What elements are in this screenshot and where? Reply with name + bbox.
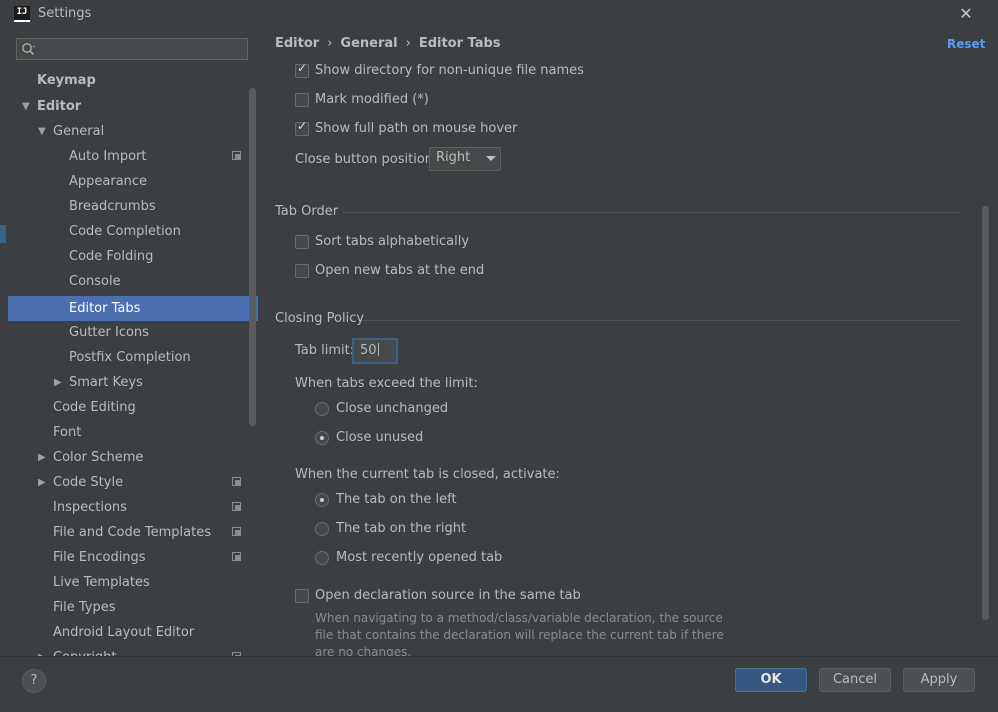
close-unused-radio[interactable] bbox=[315, 431, 329, 445]
collapsed-arrow-icon[interactable]: ▶ bbox=[38, 645, 46, 656]
collapsed-arrow-icon[interactable]: ▶ bbox=[38, 445, 46, 470]
help-button[interactable]: ? bbox=[22, 669, 46, 693]
title-bar: IJ Settings ✕ bbox=[0, 0, 998, 28]
tab-order-title: Tab Order bbox=[275, 204, 339, 219]
closing-policy-title: Closing Policy bbox=[275, 311, 365, 326]
divider bbox=[342, 212, 960, 213]
tab-left-radio[interactable] bbox=[315, 493, 329, 507]
project-settings-icon bbox=[232, 477, 241, 486]
chevron-down-icon bbox=[486, 156, 496, 161]
show-full-path-label: Show full path on mouse hover bbox=[315, 121, 518, 136]
project-settings-icon bbox=[232, 552, 241, 561]
breadcrumb-editor-tabs: Editor Tabs bbox=[418, 36, 501, 51]
sidebar-item-code-editing[interactable]: Code Editing bbox=[8, 395, 258, 420]
search-icon bbox=[22, 43, 35, 56]
show-directory-label: Show directory for non-unique file names bbox=[315, 63, 584, 78]
mark-modified-label: Mark modified (*) bbox=[315, 92, 429, 107]
collapsed-arrow-icon[interactable]: ▶ bbox=[54, 370, 62, 395]
sort-alphabetically-label: Sort tabs alphabetically bbox=[315, 234, 470, 249]
close-button-position-label: Close button position: bbox=[295, 152, 438, 167]
sidebar-item-android-layout-editor[interactable]: Android Layout Editor bbox=[8, 620, 258, 645]
sidebar-item-appearance[interactable]: Appearance bbox=[8, 169, 258, 194]
tab-left-label: The tab on the left bbox=[336, 492, 457, 507]
breadcrumb: Editor › General › Editor Tabs bbox=[275, 36, 501, 51]
sidebar-item-inspections[interactable]: Inspections bbox=[8, 495, 258, 520]
close-unchanged-radio[interactable] bbox=[315, 402, 329, 416]
most-recent-radio[interactable] bbox=[315, 551, 329, 565]
open-at-end-checkbox[interactable] bbox=[295, 264, 309, 278]
sidebar-item-gutter-icons[interactable]: Gutter Icons bbox=[8, 320, 258, 345]
search-input[interactable] bbox=[16, 38, 248, 60]
close-icon[interactable]: ✕ bbox=[956, 4, 976, 24]
expand-arrow-icon[interactable]: ▼ bbox=[22, 94, 30, 119]
breadcrumb-editor: Editor bbox=[275, 36, 320, 51]
close-button-position-select[interactable]: Right bbox=[429, 147, 501, 171]
sidebar-item-code-completion[interactable]: Code Completion bbox=[8, 219, 258, 244]
sidebar-item-code-folding[interactable]: Code Folding bbox=[8, 244, 258, 269]
sidebar-item-editor[interactable]: ▼ Editor bbox=[8, 94, 258, 119]
activate-label: When the current tab is closed, activate… bbox=[295, 467, 560, 482]
app-logo-icon: IJ bbox=[14, 6, 30, 22]
collapsed-arrow-icon[interactable]: ▶ bbox=[38, 470, 46, 495]
apply-button[interactable]: Apply bbox=[903, 668, 975, 692]
tab-limit-input[interactable]: 50 bbox=[352, 338, 398, 364]
project-settings-icon bbox=[232, 502, 241, 511]
most-recent-label: Most recently opened tab bbox=[336, 550, 503, 565]
divider bbox=[362, 320, 960, 321]
sidebar-item-auto-import[interactable]: Auto Import bbox=[8, 144, 258, 169]
show-directory-checkbox[interactable] bbox=[295, 61, 309, 78]
ok-button[interactable]: OK bbox=[735, 668, 807, 692]
sidebar-item-live-templates[interactable]: Live Templates bbox=[8, 570, 258, 595]
open-at-end-label: Open new tabs at the end bbox=[315, 263, 485, 278]
reset-link[interactable]: Reset bbox=[947, 37, 985, 51]
close-unused-label: Close unused bbox=[336, 430, 424, 445]
background-window-edge bbox=[0, 225, 6, 243]
sidebar-item-copyright[interactable]: ▶ Copyright bbox=[8, 645, 258, 656]
sidebar-item-general[interactable]: ▼ General bbox=[8, 119, 258, 144]
sidebar-item-keymap[interactable]: Keymap bbox=[8, 68, 258, 93]
close-unchanged-label: Close unchanged bbox=[336, 401, 449, 416]
sidebar-item-font[interactable]: Font bbox=[8, 420, 258, 445]
tab-right-radio[interactable] bbox=[315, 522, 329, 536]
sidebar-scrollbar[interactable] bbox=[249, 88, 256, 426]
open-declaration-label: Open declaration source in the same tab bbox=[315, 588, 581, 603]
content-scrollbar[interactable] bbox=[982, 206, 989, 620]
open-declaration-checkbox[interactable] bbox=[295, 589, 309, 603]
expand-arrow-icon[interactable]: ▼ bbox=[38, 119, 46, 144]
tab-limit-label: Tab limit: bbox=[295, 343, 355, 358]
open-declaration-help: When navigating to a method/class/variab… bbox=[315, 611, 724, 656]
sidebar-item-color-scheme[interactable]: ▶ Color Scheme bbox=[8, 445, 258, 470]
project-settings-icon bbox=[232, 527, 241, 536]
breadcrumb-general: General bbox=[340, 36, 398, 51]
sidebar-item-code-style[interactable]: ▶ Code Style bbox=[8, 470, 258, 495]
sidebar-item-console[interactable]: Console bbox=[8, 269, 258, 294]
sidebar-item-file-types[interactable]: File Types bbox=[8, 595, 258, 620]
exceed-limit-label: When tabs exceed the limit: bbox=[295, 376, 478, 391]
sidebar-item-file-encodings[interactable]: File Encodings bbox=[8, 545, 258, 570]
settings-sidebar: Keymap ▼ Editor ▼ General Auto Import Ap… bbox=[8, 28, 258, 656]
cancel-button[interactable]: Cancel bbox=[819, 668, 891, 692]
sort-alphabetically-checkbox[interactable] bbox=[295, 235, 309, 249]
sidebar-item-file-and-code-templates[interactable]: File and Code Templates bbox=[8, 520, 258, 545]
sidebar-item-breadcrumbs[interactable]: Breadcrumbs bbox=[8, 194, 258, 219]
sidebar-item-editor-tabs[interactable]: Editor Tabs bbox=[8, 296, 258, 321]
show-full-path-checkbox[interactable] bbox=[295, 119, 309, 136]
window-title: Settings bbox=[38, 6, 92, 21]
sidebar-item-smart-keys[interactable]: ▶ Smart Keys bbox=[8, 370, 258, 395]
project-settings-icon bbox=[232, 151, 241, 160]
sidebar-item-postfix-completion[interactable]: Postfix Completion bbox=[8, 345, 258, 370]
settings-content: Editor›General›Editor Tabs Reset Show di… bbox=[258, 28, 998, 656]
tab-right-label: The tab on the right bbox=[336, 521, 467, 536]
mark-modified-checkbox[interactable] bbox=[295, 93, 309, 107]
